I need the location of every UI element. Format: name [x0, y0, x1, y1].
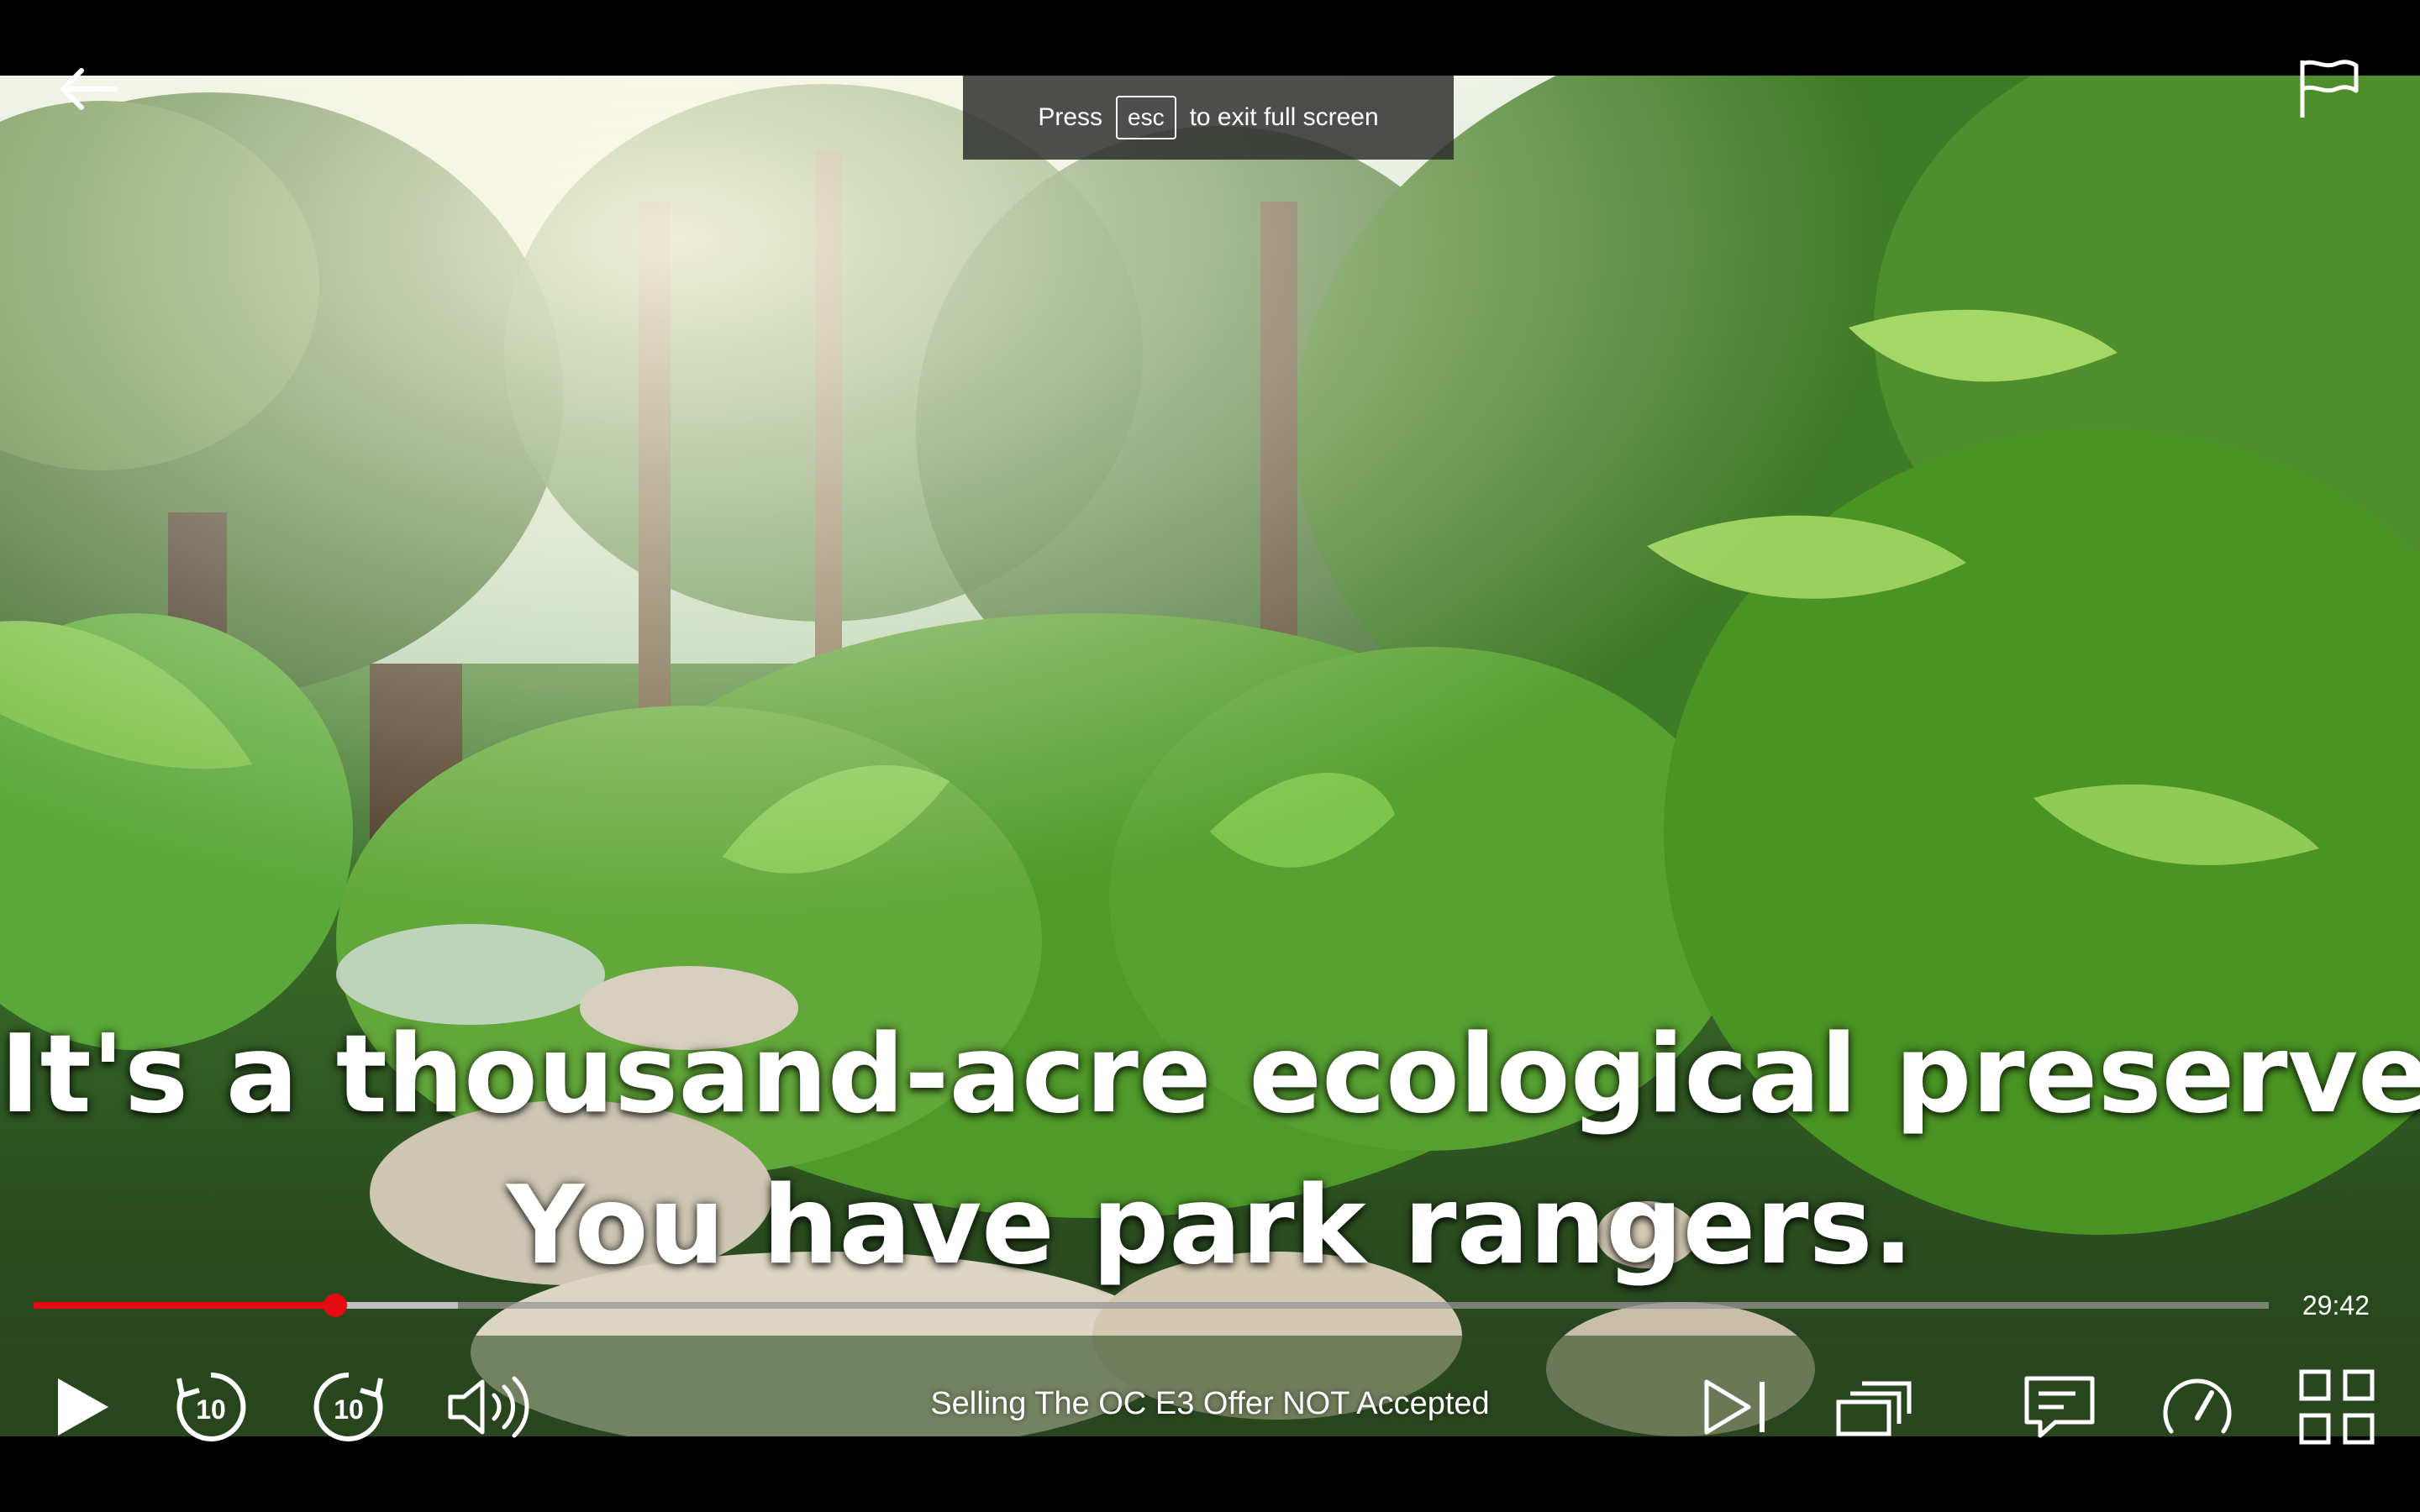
flag-icon — [2300, 60, 2359, 118]
esc-hint-suffix: to exit full screen — [1189, 103, 1379, 131]
progress-scrubber[interactable] — [324, 1294, 348, 1317]
time-remaining: 29:42 — [2302, 1290, 2370, 1320]
subtitle-line-2: You have park rangers. — [506, 1163, 1914, 1289]
progress-played — [34, 1302, 336, 1309]
subtitle-text: It's a thousand-acre ecological preserve… — [0, 1000, 2420, 1302]
back-button[interactable] — [50, 52, 124, 126]
subtitle-line-1: It's a thousand-acre ecological preserve… — [0, 1012, 2420, 1137]
video-player: Press esc to exit full screen It's a tho… — [0, 0, 2420, 1512]
esc-key-badge: esc — [1116, 96, 1176, 139]
esc-hint-prefix: Press — [1038, 103, 1102, 131]
progress-bar[interactable] — [34, 1289, 2269, 1322]
arrow-left-icon — [60, 68, 118, 110]
exit-fullscreen-hint: Press esc to exit full screen — [963, 76, 1454, 160]
episode-title: Selling The OC E3 Offer NOT Accepted — [930, 1386, 1490, 1421]
report-problem-button[interactable] — [2289, 49, 2370, 129]
